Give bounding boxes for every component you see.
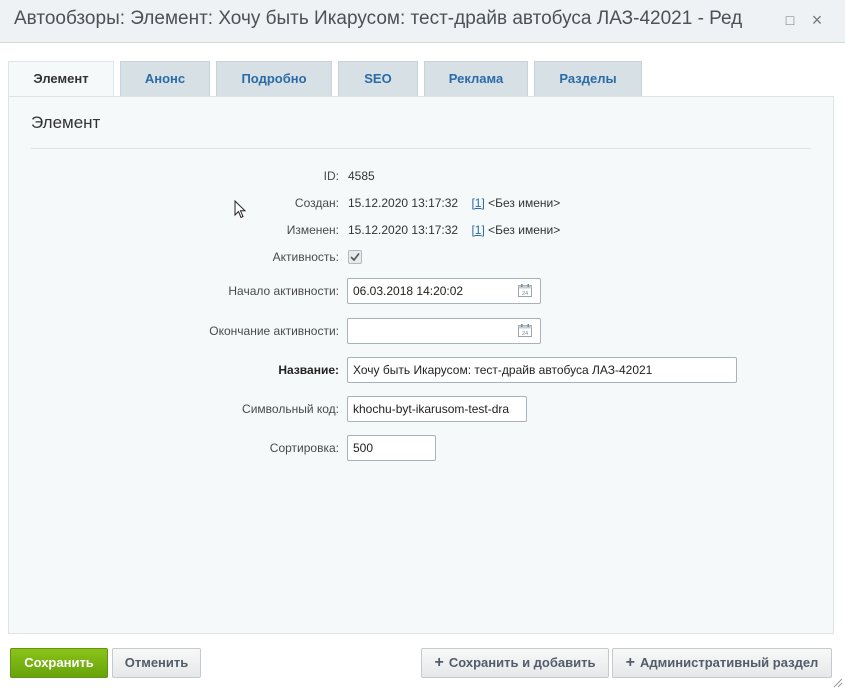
element-panel: Элемент ID: 4585 Создан: 15.12.2020 13:1… [8, 96, 834, 634]
modified-value: 15.12.2020 13:17:32 [1] <Без имени> [348, 223, 560, 237]
modified-date: 15.12.2020 13:17:32 [348, 223, 459, 237]
created-value: 15.12.2020 13:17:32 [1] <Без имени> [348, 196, 560, 210]
resize-grip-icon[interactable] [831, 676, 843, 688]
modified-label: Изменен: [286, 223, 339, 237]
tab-ads[interactable]: Реклама [424, 61, 528, 96]
active-label: Активность: [272, 250, 339, 264]
save-and-add-button[interactable]: + Сохранить и добавить [421, 648, 609, 678]
svg-text:24: 24 [522, 291, 528, 297]
sort-label: Сортировка: [269, 441, 339, 455]
active-from-value: 06.03.2018 14:20:02 [353, 284, 464, 298]
created-label: Создан: [294, 196, 339, 210]
plus-icon: + [625, 654, 636, 671]
tab-seo[interactable]: SEO [338, 61, 418, 96]
tab-sections[interactable]: Разделы [534, 61, 642, 96]
name-label: Название: [278, 363, 339, 377]
svg-text:24: 24 [522, 331, 528, 337]
name-input[interactable]: Хочу быть Икарусом: тест-драйв автобуса … [347, 357, 737, 383]
section-divider [31, 148, 811, 149]
calendar-icon[interactable]: 24 [518, 324, 532, 337]
maximize-icon[interactable]: □ [782, 12, 798, 28]
plus-icon: + [434, 654, 444, 671]
tab-element[interactable]: Элемент [8, 61, 114, 98]
row-modified: Изменен: 15.12.2020 13:17:32 [1] <Без им… [9, 223, 835, 243]
modified-user-link[interactable]: [1] [471, 223, 484, 237]
code-label: Символьный код: [242, 402, 339, 416]
id-value: 4585 [348, 169, 375, 183]
created-user-name: <Без имени> [488, 196, 561, 210]
row-active: Активность: [9, 250, 835, 270]
active-to-label: Окончание активности: [209, 324, 339, 338]
modified-user-name: <Без имени> [488, 223, 561, 237]
section-title: Элемент [31, 113, 101, 132]
cancel-button[interactable]: Отменить [112, 648, 201, 678]
close-icon[interactable]: × [809, 11, 825, 29]
row-id: ID: 4585 [9, 169, 835, 189]
created-user-link[interactable]: [1] [471, 196, 484, 210]
active-from-label: Начало активности: [228, 284, 339, 298]
row-created: Создан: 15.12.2020 13:17:32 [1] <Без име… [9, 196, 835, 216]
admin-section-button[interactable]: + Административный раздел [612, 648, 832, 678]
window-title: Автообзоры: Элемент: Хочу быть Икарусом:… [14, 8, 743, 29]
admin-section-label: Административный раздел [640, 655, 819, 670]
tab-announce[interactable]: Анонс [120, 61, 210, 96]
mouse-cursor-icon [234, 200, 247, 219]
active-to-input[interactable]: 24 [347, 318, 541, 344]
active-checkbox[interactable] [348, 250, 362, 264]
save-and-add-label: Сохранить и добавить [448, 655, 596, 670]
window-titlebar: Автообзоры: Элемент: Хочу быть Икарусом:… [0, 0, 845, 43]
tab-details[interactable]: Подробно [216, 61, 332, 96]
checkbox-check-icon [350, 253, 360, 262]
id-label: ID: [323, 169, 339, 183]
sort-input[interactable]: 500 [347, 435, 436, 461]
calendar-icon[interactable]: 24 [518, 284, 532, 297]
active-from-input[interactable]: 06.03.2018 14:20:02 24 [347, 278, 541, 304]
save-button[interactable]: Сохранить [10, 648, 108, 678]
code-input[interactable]: khochu-byt-ikarusom-test-dra [347, 396, 527, 422]
created-date: 15.12.2020 13:17:32 [348, 196, 459, 210]
